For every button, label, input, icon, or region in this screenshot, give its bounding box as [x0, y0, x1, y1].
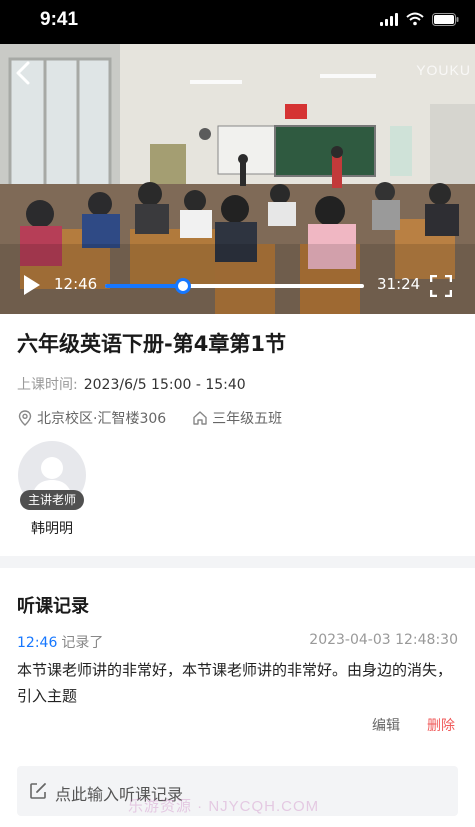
- record-date: 2023-04-03 12:48:30: [309, 632, 458, 648]
- total-time: 31:24: [377, 275, 421, 293]
- lesson-title: 六年级英语下册-第4章第1节: [17, 332, 286, 356]
- location-pin-icon: [18, 410, 32, 426]
- current-time: 12:46: [54, 275, 98, 293]
- lesson-time-value: 2023/6/5 15:00 - 15:40: [83, 377, 246, 393]
- status-time: 9:41: [40, 9, 79, 30]
- wifi-icon: [406, 12, 424, 26]
- teacher-role-badge: 主讲老师: [20, 490, 84, 510]
- battery-icon: [432, 12, 459, 26]
- teacher-card[interactable]: 主讲老师 韩明明: [17, 441, 87, 537]
- video-player[interactable]: YOUKU 12:46 31:24: [0, 44, 475, 314]
- class-item: 三年级五班: [192, 408, 282, 428]
- video-watermark: YOUKU: [416, 62, 471, 78]
- lesson-time-row: 上课时间: 2023/6/5 15:00 - 15:40: [17, 374, 246, 394]
- status-icons: [380, 12, 459, 26]
- delete-record-button[interactable]: 删除: [427, 715, 455, 735]
- record-timestamp-link[interactable]: 12:46: [17, 635, 57, 651]
- lesson-time-label: 上课时间:: [17, 377, 78, 393]
- lesson-location-row: 北京校区·汇智楼306 三年级五班: [17, 408, 282, 428]
- fullscreen-icon[interactable]: [430, 275, 452, 297]
- record-content: 本节课老师讲的非常好，本节课老师讲的非常好。由身边的消失，引入主题: [17, 661, 453, 705]
- edit-icon: [30, 783, 46, 799]
- class-name: 三年级五班: [212, 411, 283, 427]
- record-suffix: 记录了: [61, 635, 104, 651]
- progress-bar[interactable]: [105, 278, 364, 294]
- status-bar: 9:41: [0, 0, 475, 44]
- signal-icon: [380, 12, 398, 26]
- section-divider: [0, 556, 475, 568]
- video-controls: 12:46 31:24: [0, 268, 475, 302]
- home-icon: [193, 411, 207, 425]
- play-icon[interactable]: [20, 274, 42, 296]
- site-watermark: 乐游资源 · NJYCQH.COM: [128, 798, 320, 815]
- edit-record-button[interactable]: 编辑: [372, 715, 400, 735]
- back-icon[interactable]: [12, 60, 38, 86]
- records-title: 听课记录: [17, 596, 89, 617]
- record-meta: 12:46 记录了 2023-04-03 12:48:30: [17, 632, 458, 652]
- lesson-location: 北京校区·汇智楼306: [37, 411, 167, 427]
- progress-fill: [105, 284, 183, 288]
- progress-thumb[interactable]: [174, 278, 191, 294]
- teacher-name: 韩明明: [31, 521, 73, 537]
